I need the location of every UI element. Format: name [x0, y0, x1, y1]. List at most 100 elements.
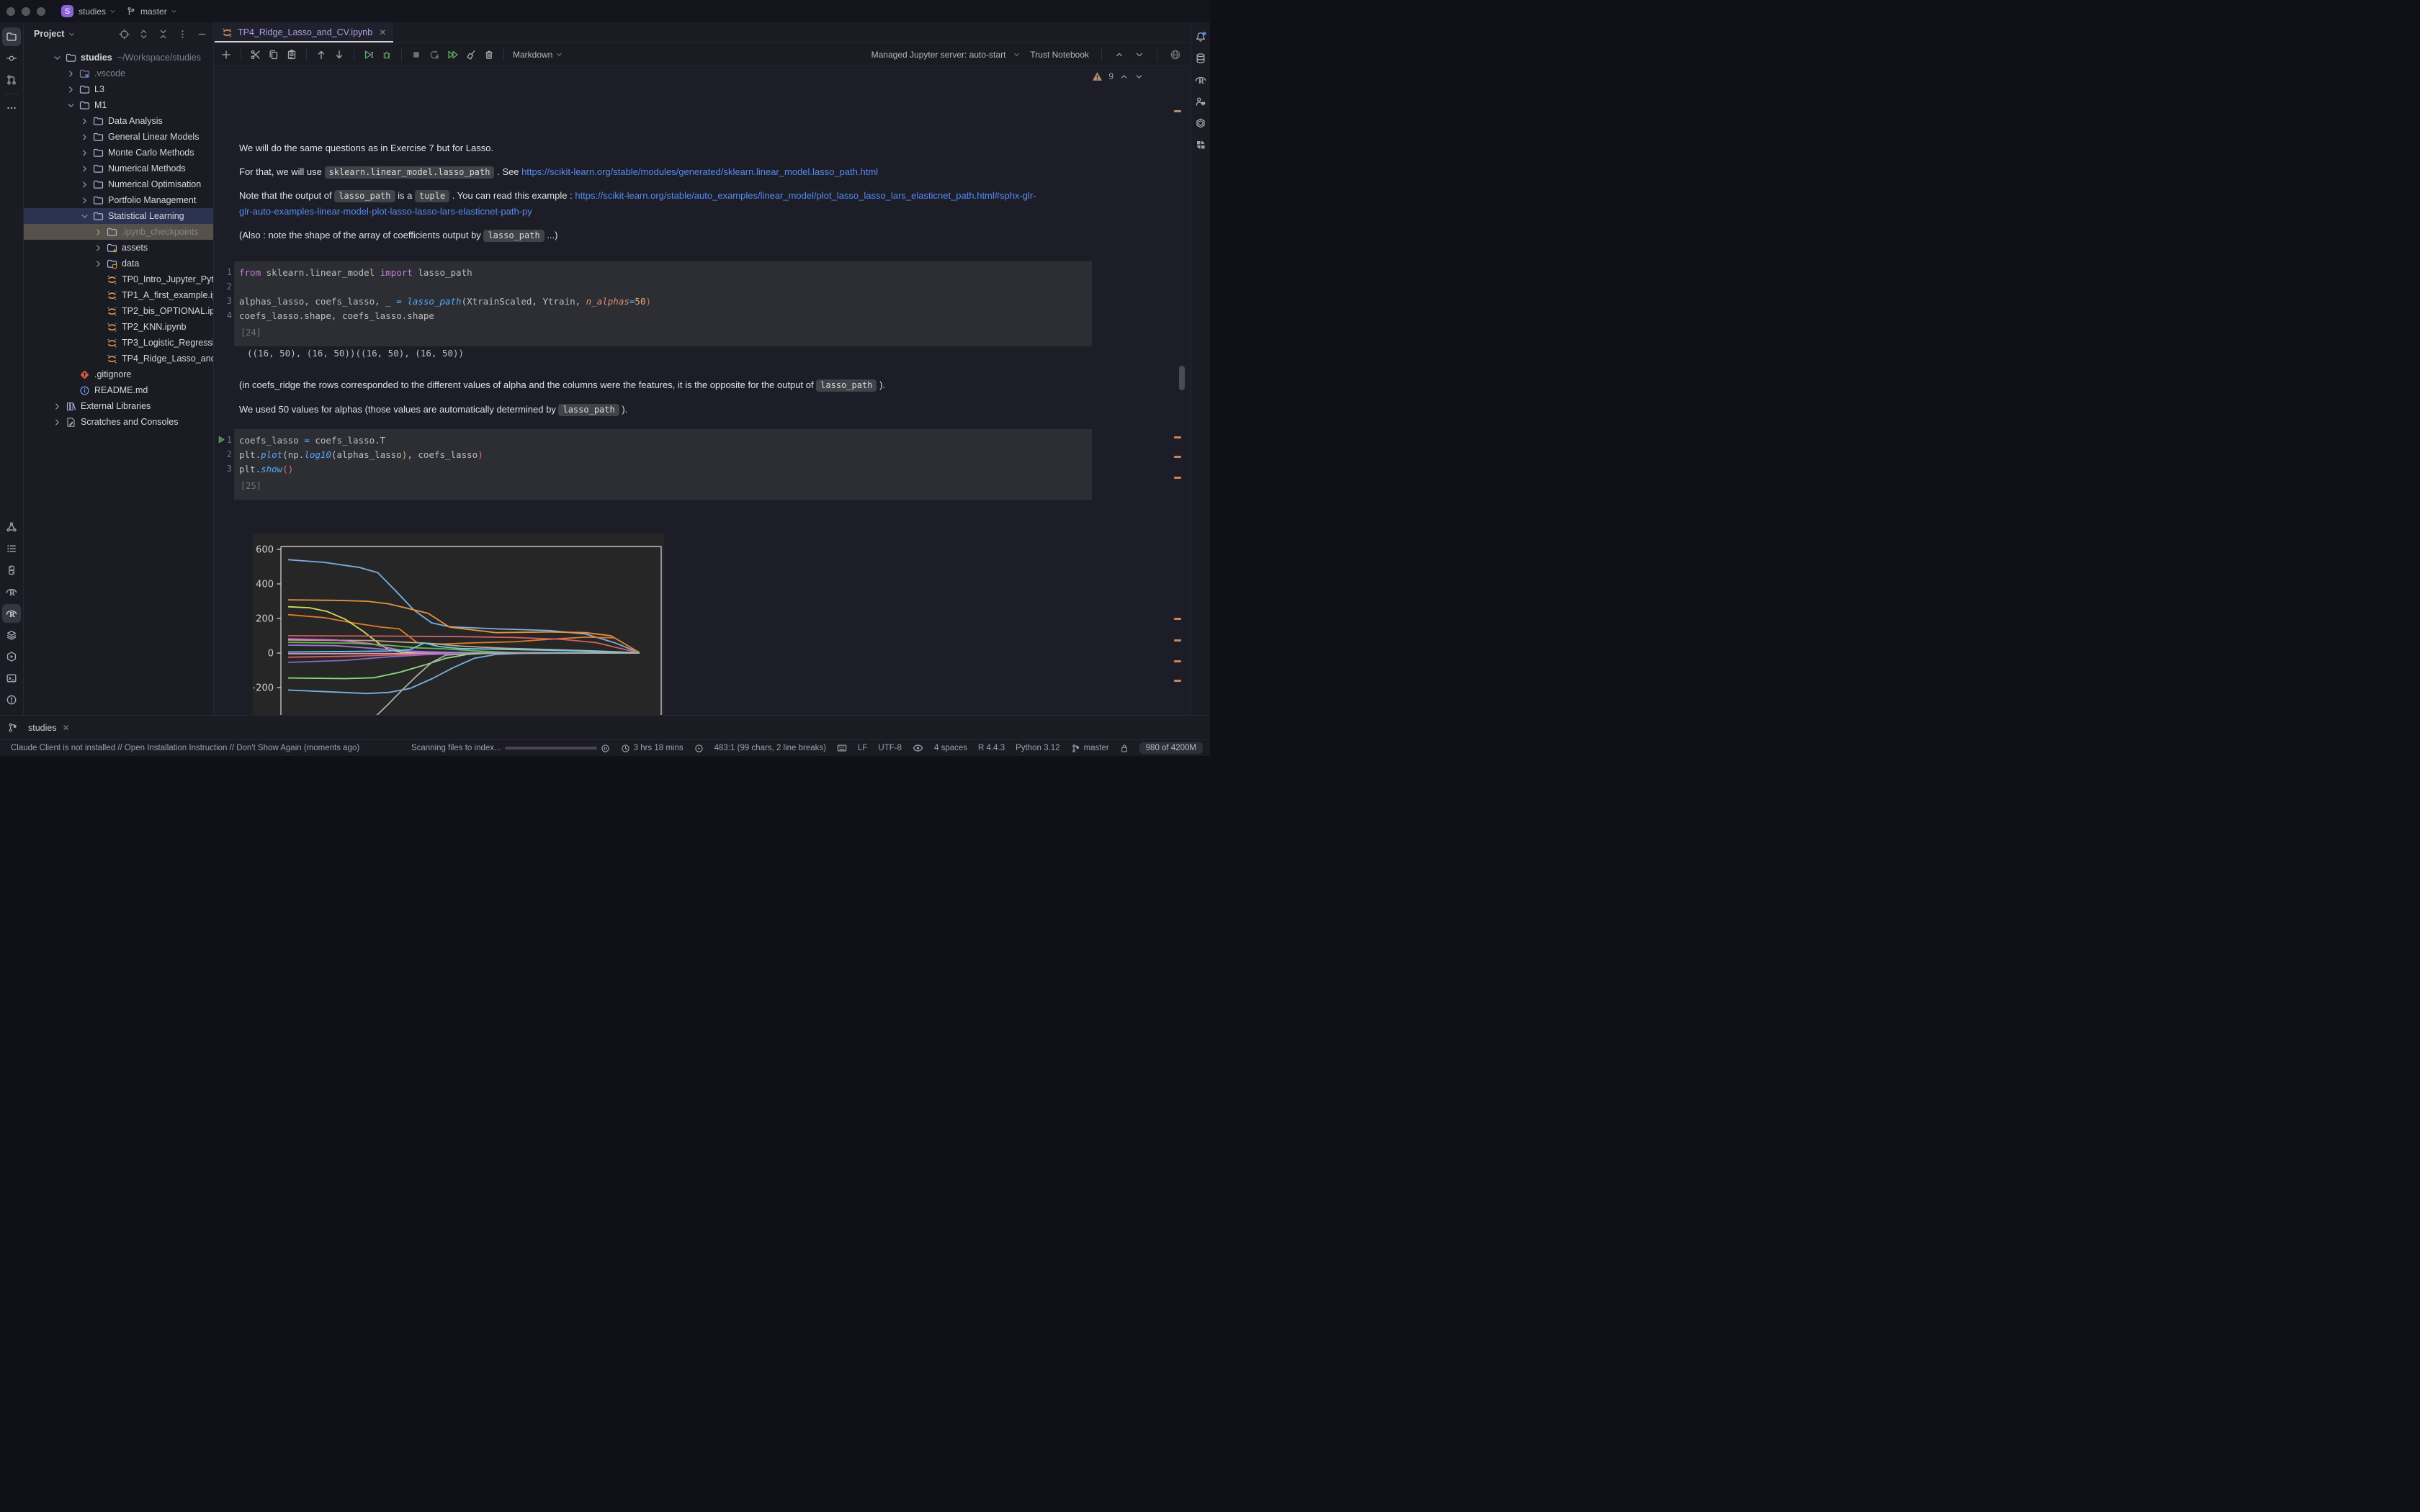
- todo-tool-button[interactable]: [2, 539, 21, 558]
- tab-notebook[interactable]: TP4_Ridge_Lasso_and_CV.ipynb ✕: [215, 22, 393, 42]
- error-stripe-mark[interactable]: [1174, 639, 1181, 642]
- move-cell-down-icon[interactable]: [333, 49, 345, 60]
- paste-cell-icon[interactable]: [286, 49, 297, 60]
- project-tool-button[interactable]: [2, 27, 21, 46]
- tree-item--vscode[interactable]: .vscode: [24, 66, 213, 81]
- chevron-right-icon[interactable]: [65, 86, 77, 94]
- example-link-wrap[interactable]: glr-auto-examples-linear-model-plot-lass…: [239, 206, 532, 217]
- services-tool-button[interactable]: [2, 647, 21, 666]
- tree-item-studies[interactable]: studies~/Workspace/studies: [24, 50, 213, 66]
- error-stripe-mark[interactable]: [1174, 477, 1181, 479]
- tree-item--ipynb-checkpoints[interactable]: .ipynb_checkpoints: [24, 224, 213, 240]
- layers-tool-button[interactable]: [2, 626, 21, 644]
- example-link[interactable]: https://scikit-learn.org/stable/auto_exa…: [575, 190, 1036, 201]
- tree-item-general-linear-models[interactable]: General Linear Models: [24, 129, 213, 145]
- project-switcher[interactable]: studies: [79, 6, 106, 17]
- keyboard-icon[interactable]: [837, 744, 847, 752]
- chevron-right-icon[interactable]: [65, 70, 77, 78]
- error-stripe-mark[interactable]: [1174, 110, 1181, 112]
- chevron-right-icon[interactable]: [79, 117, 91, 125]
- line-separator-widget[interactable]: LF: [858, 744, 867, 752]
- inspection-widget[interactable]: 9: [1092, 71, 1144, 81]
- cell-type-dropdown[interactable]: Markdown: [513, 50, 563, 60]
- r-tool-button[interactable]: R: [1191, 71, 1210, 89]
- prev-problem-icon[interactable]: [1119, 72, 1129, 81]
- problems-tool-button[interactable]: [2, 690, 21, 709]
- tab-close-icon[interactable]: ✕: [379, 27, 386, 37]
- code-with-me-tool-button[interactable]: [1191, 92, 1210, 111]
- tree-item-tp2-bis-optional-ipynb[interactable]: TP2_bis_OPTIONAL.ipynb: [24, 303, 213, 319]
- expand-all-icon[interactable]: [138, 29, 149, 40]
- next-cell-icon[interactable]: [1134, 50, 1144, 60]
- chevron-down-icon[interactable]: [79, 212, 91, 220]
- tree-item-tp3-logistic-regression-ar[interactable]: TP3_Logistic_Regression_ar: [24, 335, 213, 351]
- memory-indicator[interactable]: 980 of 4200M: [1139, 742, 1203, 754]
- tree-item-tp0-intro-jupyter-python-ip[interactable]: TP0_Intro_Jupyter_Python.ip: [24, 271, 213, 287]
- notifications-tool-button[interactable]: [1191, 27, 1210, 46]
- r-console-tool-button[interactable]: R: [2, 582, 21, 601]
- project-avatar[interactable]: S: [61, 5, 73, 17]
- chevron-right-icon[interactable]: [79, 165, 91, 173]
- git-branch-widget[interactable]: master: [1071, 744, 1109, 753]
- caret-position-widget[interactable]: 483:1 (99 chars, 2 line breaks): [714, 744, 826, 752]
- pause-indexing-icon[interactable]: [601, 744, 610, 753]
- python-interpreter-widget[interactable]: Python 3.12: [1016, 744, 1059, 752]
- doc-link[interactable]: https://scikit-learn.org/stable/modules/…: [521, 166, 878, 177]
- tree-item-data-analysis[interactable]: Data Analysis: [24, 113, 213, 129]
- browser-globe-icon[interactable]: [1170, 49, 1181, 60]
- project-panel-title[interactable]: Project: [34, 29, 64, 39]
- tool-window-tab-close-icon[interactable]: ✕: [63, 723, 70, 733]
- terminal-tool-button[interactable]: [2, 669, 21, 688]
- code-line[interactable]: coefs_lasso = coefs_lasso.T: [239, 435, 385, 446]
- chevron-right-icon[interactable]: [92, 228, 104, 236]
- structure-tool-button[interactable]: [2, 518, 21, 536]
- chevron-right-icon[interactable]: [79, 197, 91, 204]
- tree-item-tp1-a-first-example-ipynb[interactable]: TP1_A_first_example.ipynb: [24, 287, 213, 303]
- tree-item-tp4-ridge-lasso-and-cv-ip[interactable]: TP4_Ridge_Lasso_and_CV.ip: [24, 351, 213, 366]
- time-tracker-widget[interactable]: 3 hrs 18 mins: [621, 744, 684, 753]
- tree-item-data[interactable]: data: [24, 256, 213, 271]
- clear-outputs-icon[interactable]: [465, 49, 477, 60]
- tree-item-assets[interactable]: assets: [24, 240, 213, 256]
- branch-switcher[interactable]: master: [140, 6, 167, 17]
- locate-file-icon[interactable]: [119, 29, 130, 40]
- tree-item-portfolio-management[interactable]: Portfolio Management: [24, 192, 213, 208]
- tree-item-m1[interactable]: M1: [24, 97, 213, 113]
- error-stripe-mark[interactable]: [1174, 618, 1181, 620]
- code-line[interactable]: plt.plot(np.log10(alphas_lasso), coefs_l…: [239, 449, 483, 460]
- status-message[interactable]: Claude Client is not installed // Open I…: [11, 744, 359, 752]
- r-tools-tool-button-selected[interactable]: R: [2, 604, 21, 623]
- error-stripe-mark[interactable]: [1174, 680, 1181, 682]
- run-cell-icon[interactable]: [363, 49, 375, 60]
- chevron-right-icon[interactable]: [51, 418, 63, 426]
- run-cell-gutter-icon[interactable]: [217, 435, 226, 444]
- tree-item-tp2-knn-ipynb[interactable]: TP2_KNN.ipynb: [24, 319, 213, 335]
- options-kebab-icon[interactable]: [177, 29, 188, 40]
- encoding-widget[interactable]: UTF-8: [878, 744, 902, 752]
- r-version-widget[interactable]: R 4.4.3: [978, 744, 1005, 752]
- chevron-right-icon[interactable]: [79, 149, 91, 157]
- jupyter-server-dropdown[interactable]: Managed Jupyter server: auto-start: [871, 50, 1021, 60]
- collapse-all-icon[interactable]: [158, 29, 169, 40]
- more-tool-windows-button[interactable]: [2, 99, 21, 117]
- tree-item--gitignore[interactable]: .gitignore: [24, 366, 213, 382]
- chevron-right-icon[interactable]: [92, 244, 104, 252]
- previous-cell-icon[interactable]: [1114, 50, 1124, 60]
- lock-icon[interactable]: [1120, 744, 1129, 753]
- code-line[interactable]: alphas_lasso, coefs_lasso, _ = lasso_pat…: [239, 296, 651, 307]
- tree-item-monte-carlo-methods[interactable]: Monte Carlo Methods: [24, 145, 213, 161]
- tree-item-numerical-optimisation[interactable]: Numerical Optimisation: [24, 176, 213, 192]
- tree-item-scratches-and-consoles[interactable]: Scratches and Consoles: [24, 414, 213, 430]
- trust-notebook-button[interactable]: Trust Notebook: [1030, 50, 1089, 60]
- code-line[interactable]: from sklearn.linear_model import lasso_p…: [239, 267, 472, 278]
- chevron-down-icon[interactable]: [51, 54, 63, 62]
- chevron-right-icon[interactable]: [79, 133, 91, 141]
- run-all-cells-icon[interactable]: [447, 49, 459, 60]
- add-cell-icon[interactable]: [220, 49, 232, 60]
- cut-cell-icon[interactable]: [250, 49, 261, 60]
- debug-cell-icon[interactable]: [381, 49, 393, 60]
- tree-item-external-libraries[interactable]: External Libraries: [24, 398, 213, 414]
- next-problem-icon[interactable]: [1134, 72, 1144, 81]
- git-tool-button[interactable]: [7, 722, 18, 733]
- window-close-button[interactable]: [6, 7, 15, 16]
